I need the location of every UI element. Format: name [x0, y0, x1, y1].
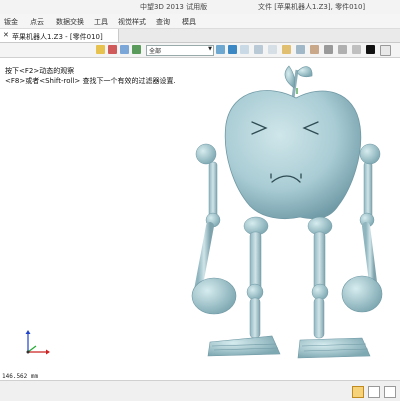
section-view-icon[interactable]	[296, 45, 305, 54]
menu-data-exchange[interactable]: 数据交换	[56, 17, 84, 27]
render-icon[interactable]	[310, 45, 319, 54]
orient-view-icon[interactable]	[268, 45, 277, 54]
layer-icon[interactable]	[338, 45, 347, 54]
title-bar: 中望3D 2013 试用版 文件 [苹果机器人1.Z3], 零件010]	[0, 0, 400, 15]
box-view-icon[interactable]	[254, 45, 263, 54]
select-icon[interactable]	[120, 45, 129, 54]
close-icon[interactable]: ✕	[3, 31, 9, 39]
graphics-viewport[interactable]: 按下<F2>动态的观察 <F8>或者<Shift-roll> 查找下一个有效的过…	[0, 58, 400, 380]
brush-icon[interactable]	[108, 45, 117, 54]
app-title: 中望3D 2013 试用版	[140, 3, 208, 11]
apple-head	[224, 90, 362, 220]
shaded-view-icon[interactable]	[228, 45, 237, 54]
menu-bar: 钣金 点云 数据交换 工具 视觉样式 查询 模具	[0, 14, 400, 29]
filter-value: 全部	[149, 48, 162, 55]
filter-icon[interactable]	[132, 45, 141, 54]
display-icon[interactable]	[324, 45, 333, 54]
toolbar: 全部 ▼	[0, 43, 400, 58]
menu-sheetmetal[interactable]: 钣金	[4, 17, 18, 27]
document-tab[interactable]: ✕ 苹果机器人1.Z3 - [零件010]	[0, 29, 119, 42]
background-color-icon[interactable]	[366, 45, 375, 54]
coordinate-readout: 146.562 mm	[2, 373, 39, 380]
light-icon[interactable]	[282, 45, 291, 54]
menu-tools[interactable]: 工具	[94, 17, 108, 27]
view-cube-icon[interactable]	[216, 45, 225, 54]
layout-toggle[interactable]	[384, 386, 396, 398]
menu-pointcloud[interactable]: 点云	[30, 17, 44, 27]
document-tab-bar: ✕ 苹果机器人1.Z3 - [零件010]	[0, 29, 400, 43]
pick-icon[interactable]	[96, 45, 105, 54]
menu-mold[interactable]: 模具	[182, 17, 196, 27]
color-picker-icon[interactable]	[380, 45, 391, 56]
menu-query[interactable]: 查询	[156, 17, 170, 27]
grid-toggle[interactable]	[368, 386, 380, 398]
snap-toggle[interactable]	[352, 386, 364, 398]
document-tab-label: 苹果机器人1.Z3 - [零件010]	[12, 33, 103, 41]
file-info: 文件 [苹果机器人1.Z3], 零件010]	[258, 3, 366, 11]
shoulder-left	[191, 143, 237, 315]
wireframe-icon[interactable]	[240, 45, 249, 54]
axis-triad	[25, 330, 50, 355]
style-icon[interactable]	[352, 45, 361, 54]
menu-visual-style[interactable]: 视觉样式	[118, 17, 146, 27]
filter-select[interactable]: 全部 ▼	[146, 45, 214, 56]
model-canvas[interactable]	[0, 58, 400, 380]
status-bar: 146.562 mm	[0, 373, 400, 401]
chevron-down-icon: ▼	[208, 46, 212, 52]
